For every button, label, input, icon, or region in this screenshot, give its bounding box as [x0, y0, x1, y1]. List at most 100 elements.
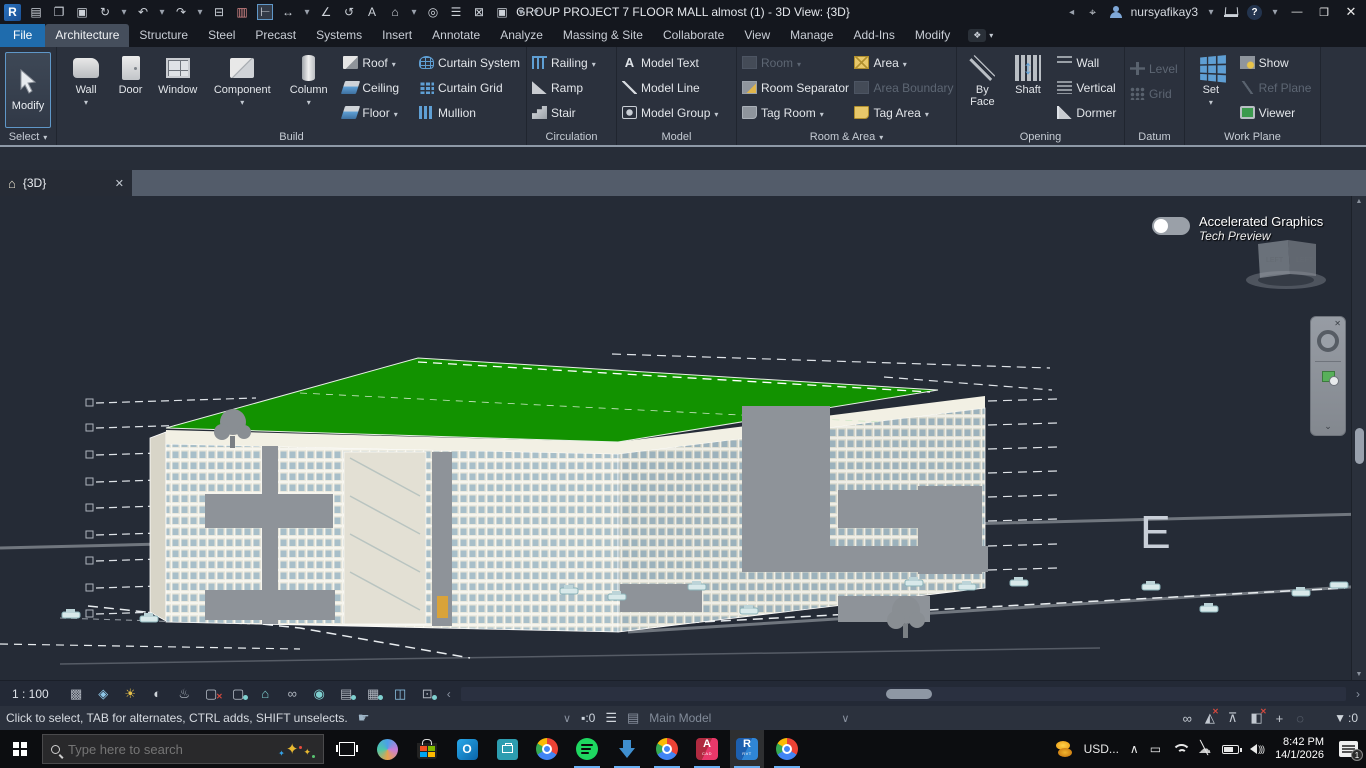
scroll-left-icon[interactable]: ‹: [441, 687, 457, 701]
microsoft-store-button[interactable]: [410, 730, 444, 768]
main-model-label[interactable]: Main Model: [649, 711, 711, 725]
username[interactable]: nursyafikay3: [1131, 5, 1198, 19]
temporary-view-properties-icon[interactable]: ▤: [333, 686, 360, 702]
active-design-option-icon[interactable]: ▤: [627, 710, 639, 726]
component-button[interactable]: Component: [208, 50, 278, 109]
tab-view[interactable]: View: [734, 24, 780, 47]
view-tab-close-icon[interactable]: ✕: [115, 177, 124, 190]
notification-center-icon[interactable]: 1: [1339, 741, 1358, 757]
tab-collaborate[interactable]: Collaborate: [653, 24, 734, 47]
select-pinned-icon[interactable]: ⊼: [1228, 710, 1238, 726]
search-input[interactable]: [68, 742, 270, 757]
wifi-icon[interactable]: [1172, 744, 1187, 755]
task-view-button[interactable]: [330, 730, 364, 768]
revit-logo-icon[interactable]: R: [4, 4, 21, 21]
set-work-plane-button[interactable]: Set: [1191, 50, 1231, 109]
opening-wall-button[interactable]: Wall: [1054, 50, 1122, 75]
tab-addins[interactable]: Add-Ins: [843, 24, 904, 47]
restore-button[interactable]: ❐: [1315, 6, 1333, 19]
work-app-button[interactable]: [490, 730, 524, 768]
window-button[interactable]: Window: [154, 50, 202, 96]
opening-vertical-button[interactable]: Vertical: [1054, 75, 1122, 100]
selection-filter[interactable]: ▼ :0: [1334, 711, 1358, 725]
dormer-button[interactable]: Dormer: [1054, 100, 1122, 125]
drag-on-selection-icon[interactable]: +: [1276, 711, 1284, 726]
reveal-hidden-elements-icon[interactable]: ◉: [306, 686, 333, 702]
view-tab-3d[interactable]: ⌂ {3D} ✕: [0, 170, 132, 196]
background-processes-icon[interactable]: ◌: [1296, 711, 1304, 726]
tab-insert[interactable]: Insert: [372, 24, 422, 47]
chrome-button-1[interactable]: [530, 730, 564, 768]
section-box-icon[interactable]: ⊡: [414, 686, 441, 702]
search-help-icon[interactable]: ⌖: [1085, 5, 1101, 20]
tab-manage[interactable]: Manage: [780, 24, 843, 47]
tag-icon[interactable]: ◎: [425, 5, 441, 19]
aligned-dimension-icon[interactable]: ↔: [280, 5, 296, 19]
displaced-elements-icon[interactable]: ▦: [360, 686, 387, 702]
rendering-dialog-icon[interactable]: ♨: [171, 686, 198, 702]
tag-room-button[interactable]: Tag Room: [739, 100, 849, 125]
store-cart-icon[interactable]: [1224, 7, 1238, 17]
tab-analyze[interactable]: Analyze: [490, 24, 553, 47]
lock-3d-view-icon[interactable]: ⌂: [252, 686, 279, 701]
view-cube[interactable]: LEFT LEFT: [1240, 234, 1336, 292]
crop-view-icon[interactable]: ▢✕: [198, 686, 225, 702]
taskbar-clock[interactable]: 8:42 PM 14/1/2026: [1275, 736, 1324, 762]
ramp-button[interactable]: Ramp: [529, 75, 614, 100]
tab-architecture[interactable]: Architecture: [45, 24, 129, 47]
tab-structure[interactable]: Structure: [129, 24, 198, 47]
shaft-button[interactable]: Shaft: [1008, 50, 1049, 96]
visual-style-icon[interactable]: ◈: [90, 686, 117, 702]
door-button[interactable]: Door: [113, 50, 148, 96]
spotify-button[interactable]: [570, 730, 604, 768]
print-icon[interactable]: ⊟: [211, 5, 227, 19]
drawing-area[interactable]: E Accelerated Graphics Tech Preview LEFT…: [0, 196, 1366, 680]
temporary-hide-isolate-icon[interactable]: ∞: [279, 686, 306, 701]
minimize-button[interactable]: —: [1288, 6, 1306, 18]
redo-icon[interactable]: ↷: [173, 5, 189, 19]
elevation-marker[interactable]: E: [1140, 506, 1171, 558]
onedrive-icon[interactable]: ☁ ╲: [1198, 741, 1211, 757]
help-icon[interactable]: ?: [1247, 5, 1262, 20]
tag-area-button[interactable]: Tag Area: [851, 100, 954, 125]
collapse-icon[interactable]: ◂: [1068, 7, 1076, 18]
measure-icon[interactable]: ⊢: [257, 4, 273, 20]
main-model-caret-icon[interactable]: ∨: [841, 712, 849, 725]
sync-icon[interactable]: ↻: [97, 5, 113, 19]
tab-modify[interactable]: Modify: [905, 24, 960, 47]
ceiling-button[interactable]: Ceiling: [340, 75, 410, 100]
tab-annotate[interactable]: Annotate: [422, 24, 490, 47]
close-inactive-icon[interactable]: ⊠: [471, 5, 487, 19]
tray-expand-icon[interactable]: ∧: [1130, 742, 1139, 756]
horizontal-scrollbar[interactable]: [461, 687, 1346, 701]
model-group-button[interactable]: Model Group: [619, 100, 734, 125]
chrome-button-2[interactable]: [650, 730, 684, 768]
user-avatar[interactable]: [1110, 6, 1122, 18]
floor-button[interactable]: Floor: [340, 100, 410, 125]
entrance-door[interactable]: [437, 596, 448, 618]
switch-caret-icon[interactable]: ▾: [517, 7, 525, 18]
vertical-scrollbar[interactable]: ▲ ▼: [1351, 196, 1366, 680]
default-3d-view-icon[interactable]: ⌂: [387, 5, 403, 19]
user-caret-icon[interactable]: ▾: [1207, 7, 1215, 18]
railing-button[interactable]: Railing: [529, 50, 614, 75]
rewards-coins-icon[interactable]: [1055, 740, 1073, 758]
start-button[interactable]: [0, 730, 40, 768]
taskbar-search[interactable]: ✦✦✦: [42, 734, 324, 764]
save-icon[interactable]: ▣: [74, 5, 90, 19]
sun-path-icon[interactable]: ☀: [117, 686, 144, 702]
select-panel-caption[interactable]: Select: [0, 129, 56, 145]
switch-windows-icon[interactable]: ▣: [494, 5, 510, 19]
3d-model-view[interactable]: E: [0, 196, 1366, 680]
export-icon[interactable]: ▥: [234, 5, 250, 19]
ribbon-display-toggle[interactable]: ❖: [968, 29, 993, 47]
scroll-down-icon[interactable]: ▼: [1352, 671, 1366, 678]
navbar-expand-icon[interactable]: ⌄: [1324, 421, 1332, 432]
model-text-button[interactable]: A Model Text: [619, 50, 734, 75]
help-caret-icon[interactable]: ▾: [1271, 7, 1279, 18]
select-by-face-icon[interactable]: ◧✕: [1250, 710, 1262, 726]
revit-button[interactable]: RRVT: [730, 730, 764, 768]
model-line-button[interactable]: Model Line: [619, 75, 734, 100]
worksets-caret-icon[interactable]: ∨: [563, 712, 571, 725]
customize-qat-icon[interactable]: ▾: [532, 7, 540, 18]
